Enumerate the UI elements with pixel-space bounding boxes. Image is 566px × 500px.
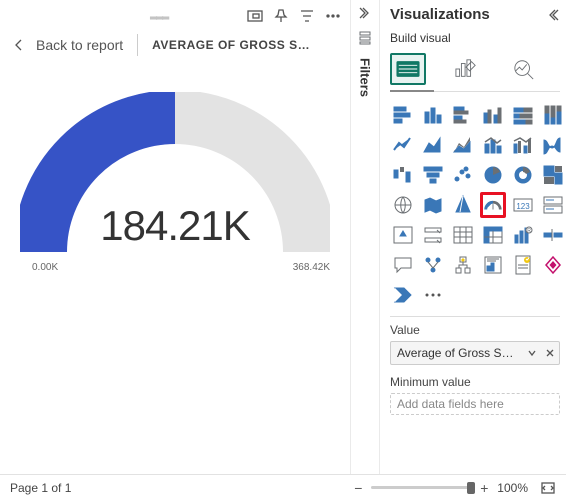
visualizations-pane: Visualizations Build visual (380, 0, 566, 500)
tab-underline (390, 91, 560, 92)
viz-100-stacked-bar[interactable] (510, 102, 536, 128)
value-field-label: Average of Gross Sales (391, 346, 523, 360)
status-bar: Page 1 of 1 − + 100% (0, 474, 566, 500)
pane-tabs (390, 53, 560, 85)
field-remove-icon[interactable] (541, 348, 559, 358)
gauge-max-label: 368.42K (293, 262, 330, 273)
viz-multi-row-card[interactable] (540, 192, 566, 218)
value-field-well[interactable]: Average of Gross Sales (390, 341, 560, 365)
more-options-icon[interactable] (324, 7, 342, 25)
build-visual-label: Build visual (390, 31, 560, 45)
tab-analytics[interactable] (506, 53, 542, 85)
viz-clustered-column[interactable] (480, 102, 506, 128)
page-indicator: Page 1 of 1 (10, 481, 71, 495)
minimum-field-well[interactable]: Add data fields here (390, 393, 560, 415)
viz-line-clustered-column[interactable] (510, 132, 536, 158)
zoom-in-button[interactable]: + (477, 481, 491, 495)
filter-icon[interactable] (298, 7, 316, 25)
viz-scatter[interactable] (450, 162, 476, 188)
gauge-visual[interactable]: 184.21K 0.00K 368.42K (0, 66, 350, 292)
viz-smart-narrative[interactable] (480, 252, 506, 278)
viz-power-automate[interactable] (390, 282, 416, 308)
back-chevron-icon[interactable] (12, 38, 26, 52)
viz-stacked-bar[interactable] (390, 102, 416, 128)
filters-icon[interactable] (357, 30, 373, 46)
viz-clustered-bar[interactable] (450, 102, 476, 128)
value-section-label: Value (390, 323, 560, 337)
viz-stacked-column[interactable] (420, 102, 446, 128)
viz-line[interactable] (390, 132, 416, 158)
field-dropdown-icon[interactable] (523, 348, 541, 358)
svg-text:R: R (527, 228, 531, 234)
viz-donut[interactable] (510, 162, 536, 188)
report-canvas: ═══ Back to report AVERAGE OF GROSS SAL…… (0, 0, 350, 500)
section-divider (390, 316, 560, 317)
visualization-type-grid: 123 R (390, 102, 560, 308)
tab-format-visual[interactable] (448, 53, 484, 85)
filters-pane-collapsed: Filters (350, 0, 380, 474)
viz-funnel[interactable] (420, 162, 446, 188)
viz-100-stacked-column[interactable] (540, 102, 566, 128)
gauge-value-label: 184.21K (20, 202, 330, 250)
visual-title: AVERAGE OF GROSS SAL… (152, 38, 312, 52)
viz-decomposition-tree[interactable] (450, 252, 476, 278)
viz-paginated-report[interactable] (510, 252, 536, 278)
gauge-min-label: 0.00K (32, 262, 58, 273)
visualizations-title: Visualizations (390, 6, 490, 23)
viz-treemap[interactable] (540, 162, 566, 188)
visual-header: ═══ (0, 0, 350, 28)
viz-area[interactable] (420, 132, 446, 158)
divider (137, 34, 138, 56)
viz-stacked-area[interactable] (450, 132, 476, 158)
focus-mode-icon[interactable] (246, 7, 264, 25)
drag-handle-icon[interactable]: ═══ (150, 13, 174, 19)
viz-azure-map[interactable] (450, 192, 476, 218)
zoom-slider[interactable] (371, 486, 471, 489)
viz-ribbon[interactable] (540, 132, 566, 158)
breadcrumb: Back to report AVERAGE OF GROSS SAL… (0, 28, 350, 66)
zoom-control: − + 100% (351, 480, 556, 496)
filters-pane-label[interactable]: Filters (358, 58, 373, 97)
collapse-pane-icon[interactable] (546, 8, 560, 22)
fit-to-page-icon[interactable] (540, 480, 556, 496)
expand-filters-icon[interactable] (358, 6, 372, 20)
viz-powerapps[interactable] (540, 252, 566, 278)
tab-build-visual[interactable] (390, 53, 426, 85)
viz-qna[interactable] (390, 252, 416, 278)
viz-more[interactable] (420, 282, 446, 308)
viz-map[interactable] (390, 192, 416, 218)
viz-line-stacked-column[interactable] (480, 132, 506, 158)
viz-matrix[interactable] (480, 222, 506, 248)
viz-table[interactable] (450, 222, 476, 248)
zoom-thumb[interactable] (467, 482, 475, 494)
back-to-report-link[interactable]: Back to report (36, 37, 123, 53)
minimum-section-label: Minimum value (390, 375, 560, 389)
zoom-out-button[interactable]: − (351, 481, 365, 495)
viz-card[interactable]: 123 (510, 192, 536, 218)
pin-icon[interactable] (272, 7, 290, 25)
viz-gauge[interactable] (480, 192, 506, 218)
viz-filled-map[interactable] (420, 192, 446, 218)
viz-key-influencers[interactable] (420, 252, 446, 278)
viz-pie[interactable] (480, 162, 506, 188)
svg-text:123: 123 (516, 202, 530, 211)
viz-python-visual[interactable] (540, 222, 566, 248)
viz-waterfall[interactable] (390, 162, 416, 188)
viz-kpi[interactable] (390, 222, 416, 248)
viz-r-visual[interactable]: R (510, 222, 536, 248)
viz-slicer[interactable] (420, 222, 446, 248)
zoom-level-label: 100% (497, 481, 528, 495)
